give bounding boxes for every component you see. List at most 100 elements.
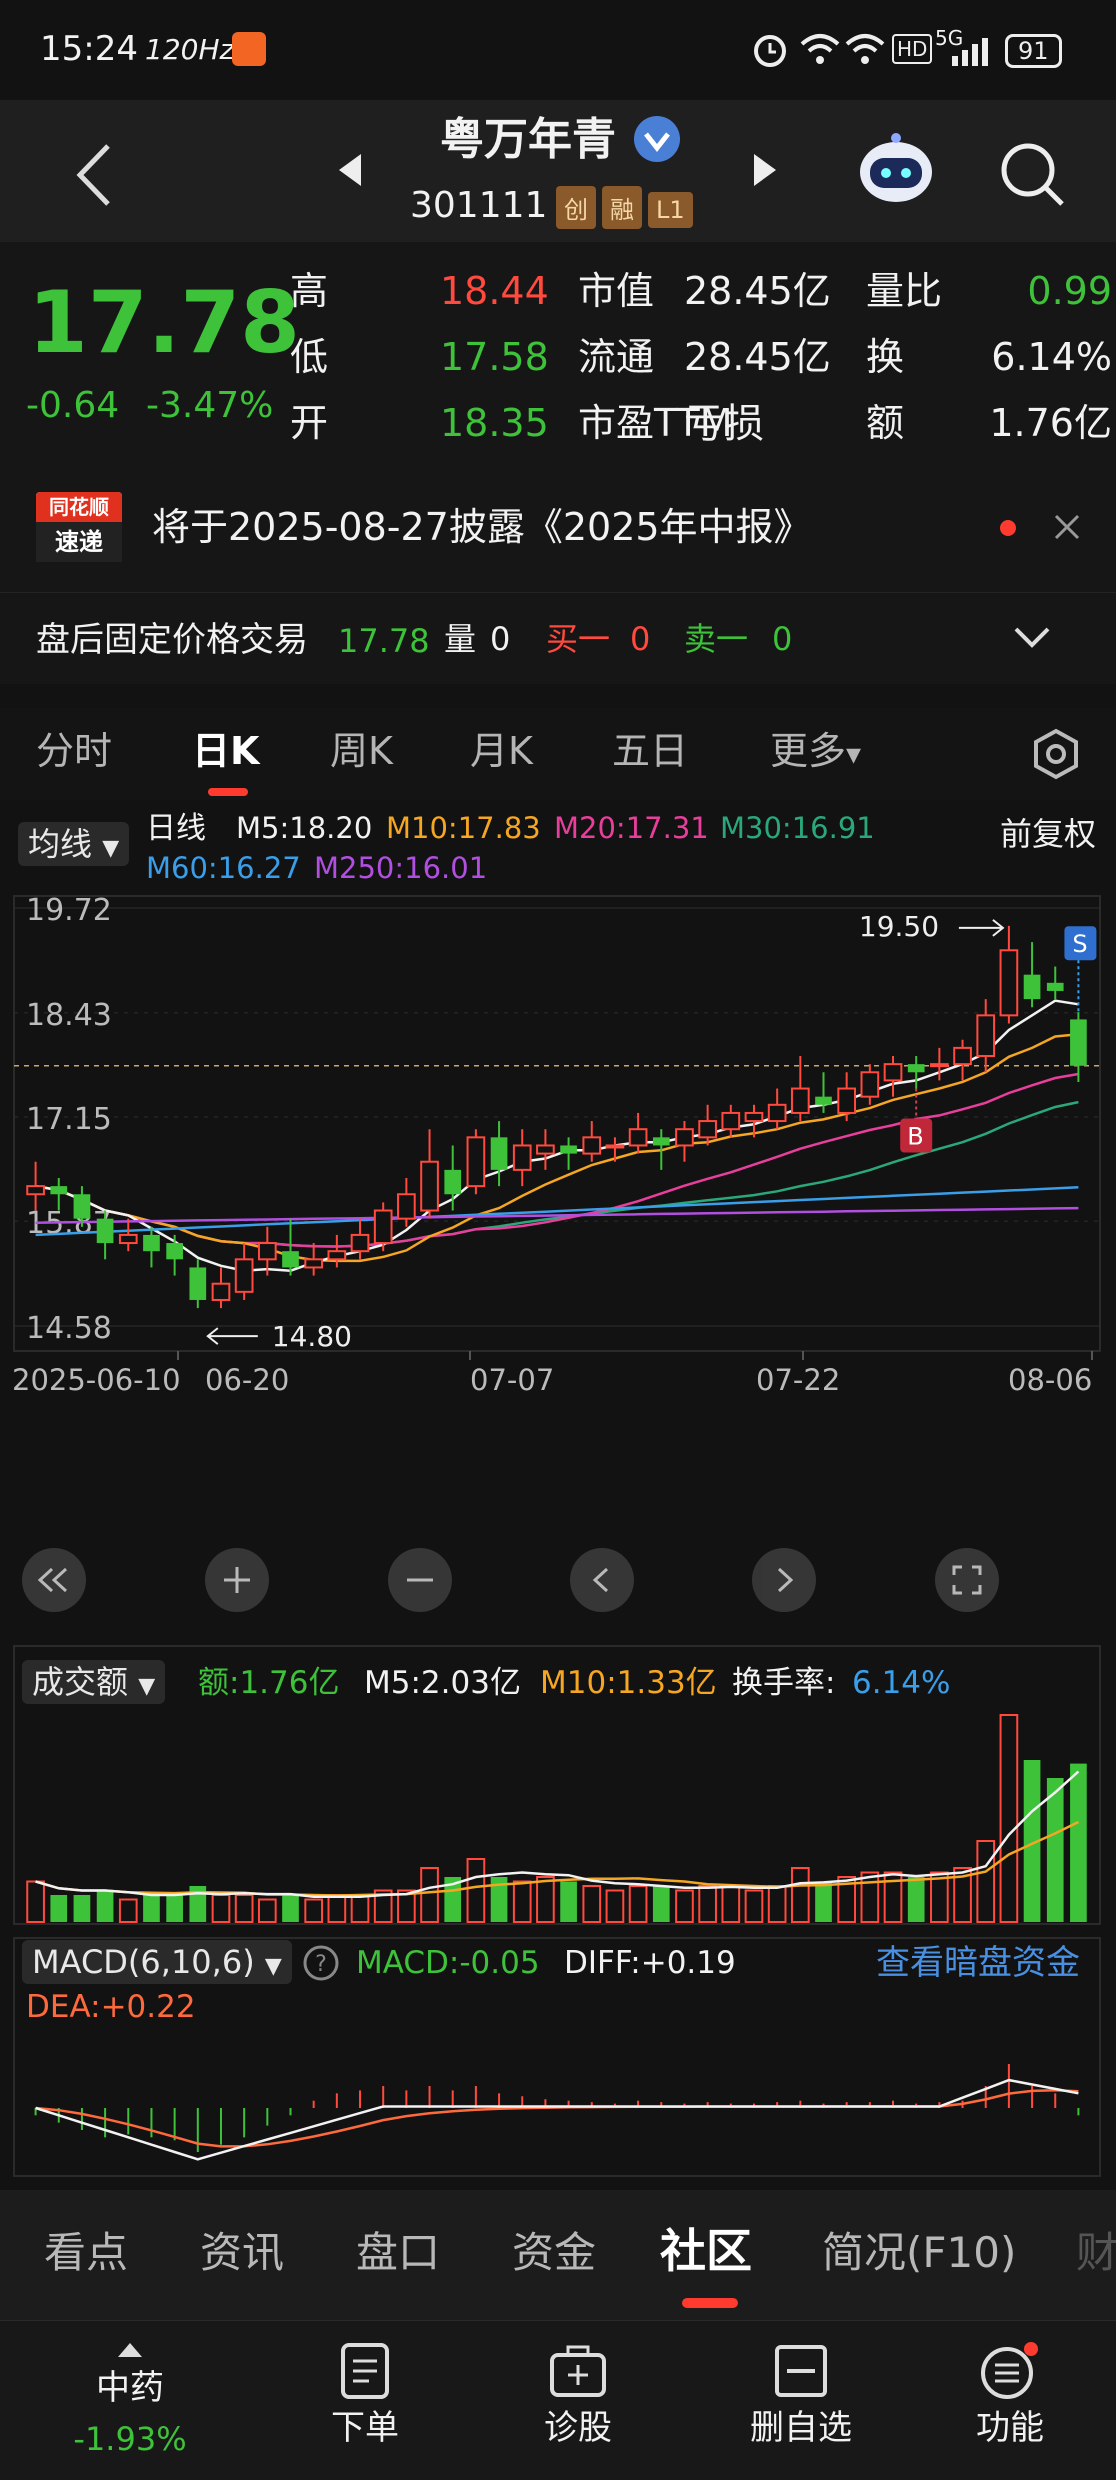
volume-bar (815, 1881, 832, 1922)
candle-body (397, 1193, 416, 1220)
tag-chuang: 创 (556, 186, 596, 229)
volume-bar (211, 1894, 231, 1923)
dropdown-caret-icon: ▼ (138, 1674, 156, 1699)
back-icon[interactable] (70, 140, 120, 210)
function-label: 功能 (976, 2408, 1044, 2448)
function-button[interactable]: 功能 (945, 2341, 1075, 2445)
candle-body (744, 1111, 764, 1123)
volume-bar (536, 1876, 555, 1923)
volume-bar (234, 1894, 254, 1923)
candle-body (327, 1250, 347, 1261)
signal-icon (952, 38, 988, 66)
tab-label: 日K (192, 729, 260, 773)
volume-bar (350, 1894, 370, 1923)
after-hours-vol-label: 量 (444, 620, 477, 658)
remove-watchlist-label: 删自选 (750, 2408, 852, 2448)
price-change: -0.64 (26, 385, 120, 426)
order-icon (341, 2343, 389, 2399)
detail-tab-1[interactable]: 资讯 (200, 2232, 284, 2274)
volume-bar (118, 1898, 138, 1923)
adjust-mode-button[interactable]: 前复权 (1000, 818, 1096, 850)
macd-legend-item: MACD:-0.05 (356, 1945, 540, 1981)
zoom-in-button[interactable] (205, 1548, 269, 1612)
dropdown-caret-icon: ▼ (102, 836, 120, 861)
volume-bar (73, 1895, 91, 1922)
prev-stock-icon[interactable] (335, 150, 365, 190)
candle-body (605, 1144, 625, 1149)
zoom-out-button[interactable] (388, 1548, 452, 1612)
help-icon[interactable]: ? (302, 1944, 340, 1982)
volume-bar (512, 1880, 532, 1923)
candle-body (257, 1242, 277, 1261)
ma-selector-label: 均线 (28, 825, 93, 863)
fast-back-button[interactable] (22, 1548, 86, 1612)
candle-body (26, 1185, 45, 1196)
order-button[interactable]: 下单 (300, 2341, 430, 2445)
announcement-text: 将于2025-08-27披露《2025年中报》 (152, 505, 812, 549)
ma-legend-item: M20:17.31 (554, 811, 709, 845)
robot-assistant-icon[interactable] (856, 130, 936, 210)
candle-body (189, 1267, 207, 1300)
candle-body (490, 1137, 508, 1170)
tab-2[interactable]: 周K (330, 732, 393, 770)
quote-label-l3: 换 (866, 335, 905, 379)
chevron-left-icon (592, 1567, 609, 1593)
after-hours-trade[interactable]: 盘后固定价格交易 17.78 量 0 买一 0 卖一 0 (0, 592, 1116, 684)
sector-name: 中药 (96, 2368, 164, 2408)
detail-tab-4[interactable]: 社区 (660, 2228, 752, 2274)
detail-tab-3[interactable]: 资金 (512, 2232, 596, 2274)
remove-watchlist-icon (775, 2345, 827, 2397)
status-bar: 15:24 120Hz HD 5G 91 (0, 0, 1116, 100)
tab-1[interactable]: 日K (192, 732, 259, 770)
remove-watchlist-button[interactable]: 删自选 (726, 2341, 876, 2445)
next-stock-icon[interactable] (750, 150, 780, 190)
macd-indicator-selector[interactable]: MACD(6,10,6) ▼ (22, 1940, 292, 1984)
tab-3[interactable]: 月K (470, 732, 533, 770)
quote-value-v3: 1.76亿 (989, 401, 1112, 445)
volume-bar (96, 1890, 114, 1922)
candle-body (1023, 974, 1041, 1000)
detail-tabs: 看点 资讯 盘口 资金 社区 简况(F10) 财 (0, 2190, 1116, 2320)
quote-label-l1: 低 (290, 335, 329, 379)
candle-body (1070, 1019, 1087, 1066)
close-icon[interactable] (1052, 512, 1082, 542)
bid1-value: 0 (630, 620, 651, 658)
diagnose-button[interactable]: 诊股 (513, 2341, 643, 2445)
volume-bar (976, 1840, 996, 1923)
candle-body (652, 1137, 670, 1146)
tab-4[interactable]: 五日 (612, 732, 688, 770)
chevron-down-icon[interactable] (1012, 623, 1052, 653)
kline-chart-area: 均线 ▼ 日线 M5:18.20 M10:17.83 M20:17.31 M30:16… (0, 800, 1116, 2180)
volume-indicator-selector[interactable]: 成交额 ▼ (22, 1660, 166, 1704)
prev-button[interactable] (570, 1548, 634, 1612)
detail-tab-5[interactable]: 简况(F10) (822, 2232, 1016, 2274)
candle-body (953, 1046, 972, 1066)
detail-tab-0[interactable]: 看点 (44, 2232, 128, 2274)
sector-indicator[interactable]: 中药 -1.93% (60, 2341, 200, 2455)
search-icon[interactable] (998, 140, 1068, 210)
chart-settings-icon[interactable] (1030, 728, 1082, 780)
kline-type-label: 日线 (146, 811, 206, 846)
ma-selector[interactable]: 均线 ▼ (18, 822, 130, 866)
volume-bar (999, 1714, 1019, 1923)
announcement-bar[interactable]: 同花顺 速递 将于2025-08-27披露《2025年中报》 (0, 462, 1116, 592)
volume-bar (1070, 1763, 1087, 1922)
dark-pool-funds-link[interactable]: 查看暗盘资金 (876, 1946, 1080, 1980)
candle-body (582, 1136, 602, 1155)
quote-label-l1: 开 (290, 401, 329, 445)
price-change-pct: -3.47% (146, 385, 274, 426)
next-button[interactable] (752, 1548, 816, 1612)
ask1-value: 0 (772, 620, 793, 658)
volume-bar (790, 1867, 810, 1923)
detail-tab-6[interactable]: 财 (1076, 2232, 1116, 2274)
detail-tab-2[interactable]: 盘口 (356, 2232, 440, 2274)
y-tick-label: 19.72 (26, 893, 112, 928)
candle-body (860, 1071, 880, 1098)
quote-label-l2: 市值 (578, 269, 655, 313)
tab-0[interactable]: 分时 (36, 732, 112, 770)
diagnose-label: 诊股 (544, 2408, 612, 2448)
tab-5[interactable]: 更多▾ (770, 732, 861, 770)
macd-dea-line (35, 2089, 1079, 2148)
x-tick-label: 06-20 (205, 1363, 289, 1397)
fullscreen-button[interactable] (935, 1548, 999, 1612)
